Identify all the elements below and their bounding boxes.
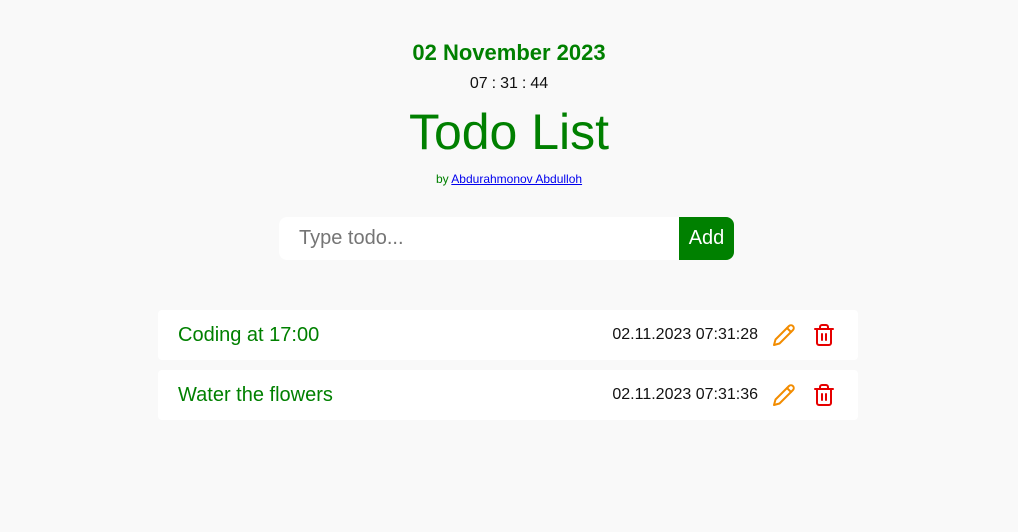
edit-button[interactable] — [770, 381, 798, 409]
clock-hours: 07 — [469, 75, 488, 92]
trash-icon — [814, 384, 834, 406]
delete-button[interactable] — [810, 381, 838, 409]
current-time: 07:31:44 — [0, 75, 1018, 93]
byline-prefix: by — [435, 172, 449, 186]
todo-list: Coding at 17:00 02.11.2023 07:31:28 Wate… — [158, 310, 858, 430]
clock-minutes: 31 — [500, 75, 518, 92]
delete-button[interactable] — [810, 321, 838, 349]
clock-seconds: 44 — [530, 75, 549, 92]
todo-text: Coding at 17:00 — [178, 323, 320, 346]
todo-input[interactable] — [279, 217, 679, 260]
todo-item: Coding at 17:00 02.11.2023 07:31:28 — [158, 310, 858, 360]
trash-icon — [814, 324, 834, 346]
pencil-icon — [773, 384, 795, 406]
current-date: 02 November 2023 — [412, 40, 606, 65]
clock-separator: : — [521, 75, 527, 92]
add-button[interactable]: Add — [679, 217, 734, 260]
add-todo-form: Add — [279, 217, 734, 260]
todo-timestamp: 02.11.2023 07:31:28 — [612, 326, 758, 343]
clock-separator: : — [491, 75, 497, 92]
page-title: Todo List — [408, 104, 610, 160]
author-byline: by Abdurahmonov Abdulloh — [0, 172, 1018, 187]
todo-item: Water the flowers 02.11.2023 07:31:36 — [158, 370, 858, 420]
todo-timestamp: 02.11.2023 07:31:36 — [612, 386, 758, 403]
todo-app: 02 November 2023 07:31:44 Todo List by A… — [0, 0, 1018, 532]
edit-button[interactable] — [770, 321, 798, 349]
todo-text: Water the flowers — [178, 383, 333, 406]
pencil-icon — [773, 324, 795, 346]
author-link[interactable]: Abdurahmonov Abdulloh — [451, 172, 582, 186]
